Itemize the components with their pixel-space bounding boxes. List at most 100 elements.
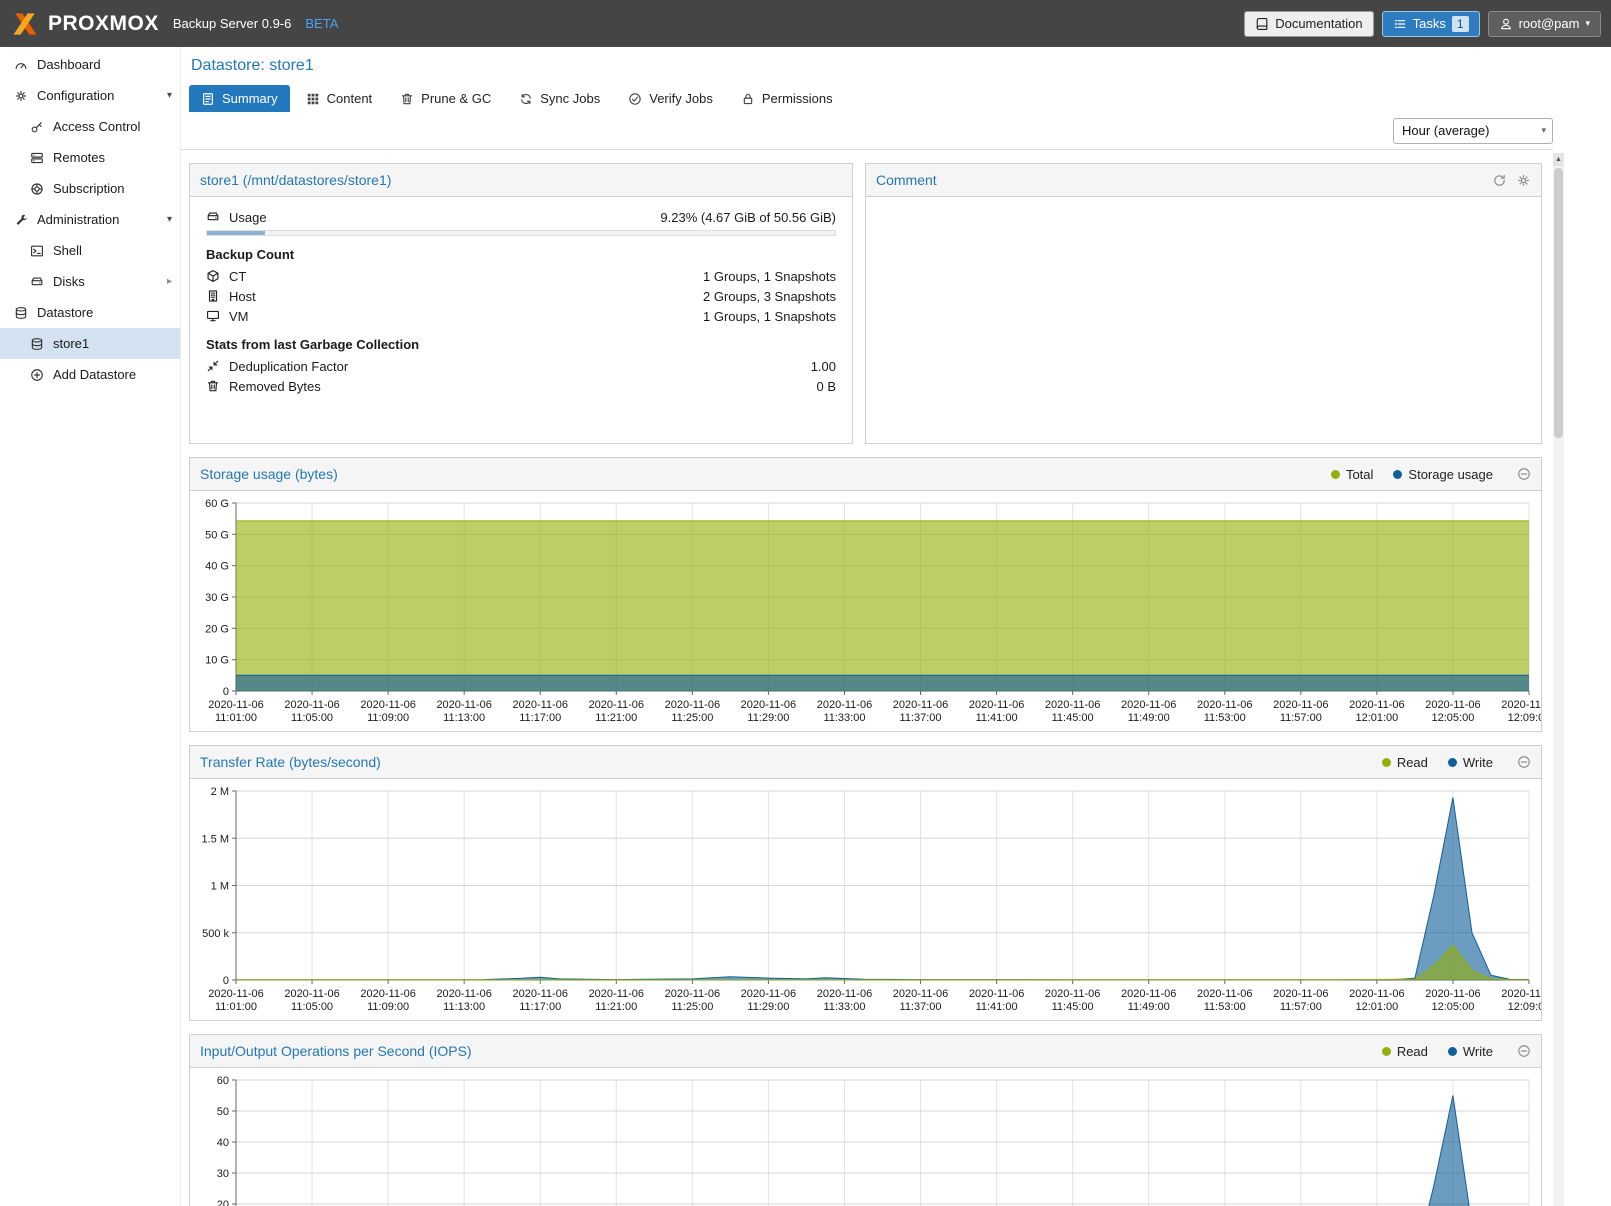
chart-header: Input/Output Operations per Second (IOPS… (190, 1035, 1541, 1068)
svg-text:11:41:00: 11:41:00 (976, 1001, 1018, 1013)
legend-dot (1382, 1047, 1391, 1056)
iops-chart: 2020-11-0611:01:002020-11-0611:05:002020… (192, 1072, 1541, 1206)
svg-text:2020-11-06: 2020-11-06 (1197, 699, 1252, 711)
svg-text:2020-11-06: 2020-11-06 (1425, 699, 1480, 711)
tab-prune-gc[interactable]: Prune & GC (388, 85, 503, 112)
panel-header: Comment (866, 164, 1541, 197)
svg-text:11:21:00: 11:21:00 (595, 712, 637, 724)
tasks-button[interactable]: Tasks 1 (1382, 11, 1480, 37)
svg-text:0: 0 (223, 975, 229, 987)
legend-item-total: Total (1331, 467, 1373, 482)
svg-text:2020-11-06: 2020-11-06 (589, 699, 644, 711)
svg-text:2020-11-06: 2020-11-06 (969, 699, 1024, 711)
usage-value: 9.23% (4.67 GiB of 50.56 GiB) (660, 210, 836, 225)
gear-icon[interactable] (1516, 173, 1531, 188)
svg-text:2020-11-06: 2020-11-06 (1045, 699, 1100, 711)
collapse-icon[interactable] (1517, 467, 1531, 481)
svg-text:11:53:00: 11:53:00 (1204, 712, 1246, 724)
sidebar-item-remotes[interactable]: Remotes (0, 142, 180, 173)
vm-row: VM 1 Groups, 1 Snapshots (206, 306, 836, 326)
database-icon (30, 337, 44, 351)
svg-text:11:17:00: 11:17:00 (519, 712, 561, 724)
cube-icon (206, 269, 220, 283)
documentation-button[interactable]: Documentation (1244, 11, 1373, 37)
scroll-up-arrow-icon[interactable]: ▲ (1553, 153, 1564, 166)
comment-body[interactable] (866, 197, 1541, 217)
brand-name: PROXMOX (48, 12, 159, 36)
scrollbar-thumb[interactable] (1554, 168, 1563, 438)
tab-sync-jobs[interactable]: Sync Jobs (507, 85, 612, 112)
svg-text:2020-11-06: 2020-11-06 (513, 988, 568, 1000)
svg-text:11:05:00: 11:05:00 (291, 712, 333, 724)
notes-icon (201, 92, 215, 106)
chart-body: 2020-11-0611:01:002020-11-0611:05:002020… (190, 491, 1541, 731)
svg-text:2020-11-06: 2020-11-06 (665, 988, 720, 1000)
sidebar-item-subscription[interactable]: Subscription (0, 173, 180, 204)
tab-permissions[interactable]: Permissions (729, 85, 845, 112)
page-title: Datastore: store1 (181, 47, 1611, 83)
sidebar-item-shell[interactable]: Shell (0, 235, 180, 266)
svg-text:11:13:00: 11:13:00 (443, 712, 485, 724)
chevron-down-icon: ▾ (1585, 19, 1590, 28)
tab-verify-jobs[interactable]: Verify Jobs (616, 85, 725, 112)
gears-icon (14, 89, 28, 103)
svg-text:2020-11-06: 2020-11-06 (208, 988, 263, 1000)
header-actions: Documentation Tasks 1 root@pam ▾ (1244, 11, 1601, 37)
timeframe-select[interactable]: Hour (average) ▾ (1393, 118, 1553, 144)
svg-text:12:01:00: 12:01:00 (1355, 712, 1398, 724)
chevron-right-icon[interactable]: ▸ (167, 276, 172, 287)
chevron-down-icon[interactable]: ▾ (167, 90, 172, 101)
sidebar-item-configuration[interactable]: Configuration ▾ (0, 80, 180, 111)
svg-text:60 G: 60 G (205, 498, 229, 510)
svg-text:30 G: 30 G (205, 592, 229, 604)
svg-text:2020-11-06: 2020-11-06 (1501, 699, 1541, 711)
trash-icon (400, 92, 414, 106)
hdd-icon (30, 275, 44, 289)
sidebar-item-dashboard[interactable]: Dashboard (0, 49, 180, 80)
chart-legend: Total Storage usage (1331, 467, 1531, 482)
tab-bar: Summary Content Prune & GC Sync Jobs Ver… (181, 83, 1611, 112)
svg-text:2020-11-06: 2020-11-06 (1501, 988, 1541, 1000)
tab-content[interactable]: Content (294, 85, 385, 112)
sidebar-item-store1[interactable]: store1 (0, 328, 180, 359)
comment-panel: Comment (865, 163, 1542, 444)
svg-text:50 G: 50 G (205, 529, 229, 541)
terminal-icon (30, 244, 44, 258)
svg-text:2020-11-06: 2020-11-06 (893, 988, 948, 1000)
task-list-icon (1393, 17, 1407, 31)
svg-text:20: 20 (217, 1199, 229, 1206)
collapse-icon[interactable] (1517, 1044, 1531, 1058)
chart-body: 2020-11-0611:01:002020-11-0611:05:002020… (190, 1068, 1541, 1206)
svg-text:11:45:00: 11:45:00 (1052, 1001, 1094, 1013)
svg-text:30: 30 (217, 1168, 229, 1180)
sidebar-item-datastore[interactable]: Datastore (0, 297, 180, 328)
chart-legend: Read Write (1382, 755, 1531, 770)
usage-progressbar-fill (207, 231, 265, 235)
svg-text:20 G: 20 G (205, 623, 229, 635)
wrench-icon (14, 213, 28, 227)
svg-text:50: 50 (217, 1106, 229, 1118)
svg-text:11:49:00: 11:49:00 (1128, 1001, 1170, 1013)
beta-link[interactable]: BETA (305, 16, 338, 31)
collapse-icon[interactable] (1517, 755, 1531, 769)
svg-text:11:57:00: 11:57:00 (1280, 712, 1322, 724)
svg-text:2020-11-06: 2020-11-06 (665, 699, 720, 711)
tab-summary[interactable]: Summary (189, 85, 290, 112)
chevron-down-icon[interactable]: ▾ (167, 214, 172, 225)
reload-icon[interactable] (1492, 173, 1507, 188)
user-menu-button[interactable]: root@pam ▾ (1488, 11, 1601, 37)
sidebar-item-disks[interactable]: Disks ▸ (0, 266, 180, 297)
legend-item-read: Read (1382, 755, 1428, 770)
hdd-icon (206, 210, 220, 224)
top-header: PROXMOX Backup Server 0.9-6 BETA Documen… (0, 0, 1611, 47)
svg-text:12:05:00: 12:05:00 (1432, 712, 1475, 724)
svg-text:11:45:00: 11:45:00 (1052, 712, 1094, 724)
usage-row: Usage 9.23% (4.67 GiB of 50.56 GiB) (206, 207, 836, 227)
chart-header: Transfer Rate (bytes/second) Read Write (190, 746, 1541, 779)
vertical-scrollbar[interactable]: ▲ (1553, 153, 1564, 1206)
chart-title: Input/Output Operations per Second (IOPS… (200, 1043, 472, 1059)
chart-legend: Read Write (1382, 1044, 1531, 1059)
sidebar-item-access-control[interactable]: Access Control (0, 111, 180, 142)
sidebar-item-administration[interactable]: Administration ▾ (0, 204, 180, 235)
sidebar-item-add-datastore[interactable]: Add Datastore (0, 359, 180, 390)
